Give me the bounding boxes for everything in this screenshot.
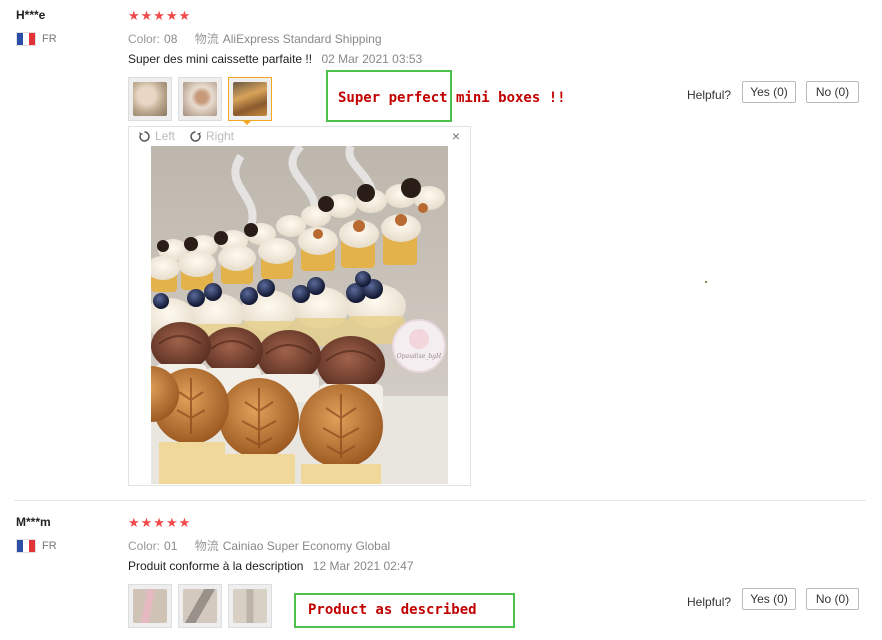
review-meta: Color: 01 物流 Cainiao Super Economy Global (128, 537, 390, 554)
helpful-yes-button[interactable]: Yes (0) (742, 588, 796, 610)
color-label: Color: (128, 32, 161, 46)
rotate-right-button[interactable]: Right (189, 129, 234, 143)
review-item: M***m FR ★★★★★ Color: 01 物流 Cainiao Super … (0, 507, 882, 640)
review-content: Super des mini caissette parfaite !! (128, 52, 313, 66)
rotate-right-label: Right (206, 129, 235, 143)
shipping-value: Cainiao Super Economy Global (222, 539, 391, 553)
rotate-left-icon (138, 130, 150, 142)
shipping-label: 物流 (194, 539, 219, 553)
review-photo-thumbnails (128, 77, 272, 121)
photo-viewer: Left Right × Opaudise_bgH (128, 126, 471, 486)
stray-dot (705, 281, 707, 283)
reviewer-country: FR (16, 32, 57, 46)
review-photo-thumb[interactable] (228, 584, 272, 628)
star-rating: ★★★★★ (128, 515, 192, 530)
photo-watermark: Opaudise_bgH (397, 353, 442, 360)
review-text: Super des mini caissette parfaite !! 02 … (128, 52, 422, 66)
country-code: FR (42, 540, 57, 552)
rotate-left-button[interactable]: Left (138, 129, 175, 143)
review-photo-thumb[interactable] (128, 584, 172, 628)
reviewer-name: H***e (16, 8, 46, 22)
review-photo: Opaudise_bgH (151, 146, 448, 484)
color-label: Color: (128, 539, 161, 553)
rotate-right-icon (190, 130, 202, 142)
review-photo-thumbnails (128, 584, 272, 628)
review-item: H***e FR ★★★★★ Color: 08 物流 AliExpress Sta… (0, 0, 882, 495)
helpful-no-button[interactable]: No (0) (806, 588, 859, 610)
review-date: 02 Mar 2021 03:53 (321, 52, 423, 66)
helpful-yes-button[interactable]: Yes (0) (742, 81, 796, 103)
shipping-value: AliExpress Standard Shipping (222, 32, 382, 46)
annotation-text: Super perfect mini boxes !! (338, 90, 566, 106)
reviewer-country: FR (16, 539, 57, 553)
review-photo-thumb-selected[interactable] (228, 77, 272, 121)
color-value: 01 (164, 539, 178, 553)
star-rating: ★★★★★ (128, 8, 192, 23)
shipping-label: 物流 (194, 32, 219, 46)
close-viewer-icon[interactable]: × (452, 128, 460, 144)
france-flag-icon (16, 539, 36, 553)
helpful-label: Helpful? (687, 595, 732, 609)
color-value: 08 (164, 32, 178, 46)
review-divider (14, 500, 866, 501)
review-date: 12 Mar 2021 02:47 (312, 559, 414, 573)
review-photo-thumb[interactable] (178, 584, 222, 628)
rotate-left-label: Left (155, 129, 176, 143)
france-flag-icon (16, 32, 36, 46)
country-code: FR (42, 33, 57, 45)
annotation-text: Product as described (308, 602, 477, 618)
annotation-box: Super perfect mini boxes !! (326, 70, 566, 122)
dessert-photo-drawing: Opaudise_bgH (151, 146, 448, 484)
review-photo-thumb[interactable] (128, 77, 172, 121)
review-photo-thumb[interactable] (178, 77, 222, 121)
helpful-no-button[interactable]: No (0) (806, 81, 859, 103)
helpful-label: Helpful? (687, 88, 732, 102)
review-text: Produit conforme à la description 12 Mar… (128, 559, 414, 573)
viewer-toolbar: Left Right × (129, 127, 470, 145)
thumb-active-indicator (242, 120, 252, 125)
review-meta: Color: 08 物流 AliExpress Standard Shipping (128, 30, 382, 47)
review-content: Produit conforme à la description (128, 559, 304, 573)
annotation-box: Product as described (294, 593, 515, 628)
reviewer-name: M***m (16, 515, 51, 529)
